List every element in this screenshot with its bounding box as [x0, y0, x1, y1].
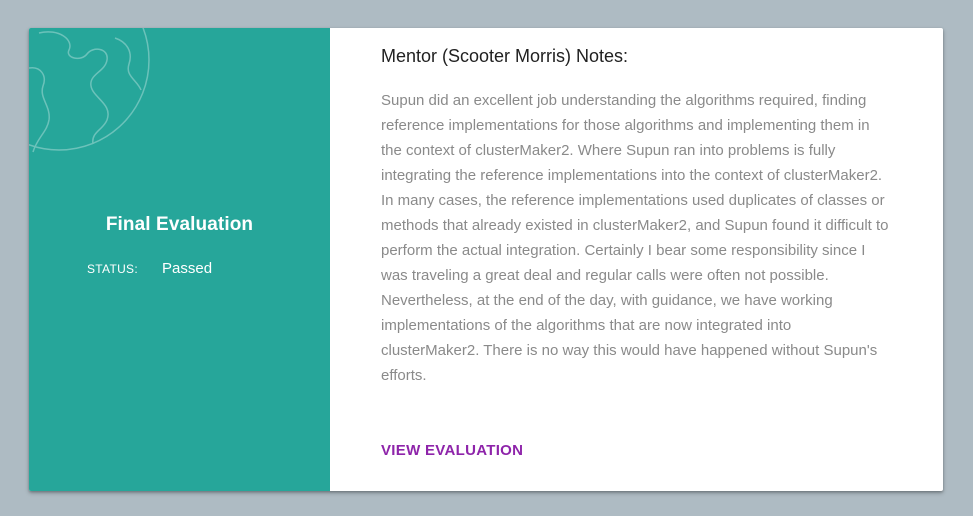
- status-row: STATUS: Passed: [87, 260, 212, 277]
- evaluation-card: Final Evaluation STATUS: Passed Mentor (…: [29, 28, 943, 491]
- status-label: STATUS:: [87, 262, 138, 276]
- notes-body: Supun did an excellent job understanding…: [381, 92, 889, 384]
- notes-heading: Mentor (Scooter Morris) Notes:: [381, 46, 629, 66]
- view-evaluation-link[interactable]: VIEW EVALUATION: [381, 442, 523, 459]
- evaluation-summary-panel: Final Evaluation STATUS: Passed: [29, 28, 330, 491]
- evaluation-title: Final Evaluation: [105, 214, 254, 235]
- status-value: Passed: [162, 260, 213, 277]
- mentor-notes-panel: Mentor (Scooter Morris) Notes: Supun did…: [330, 28, 943, 491]
- globe-icon: [29, 28, 150, 153]
